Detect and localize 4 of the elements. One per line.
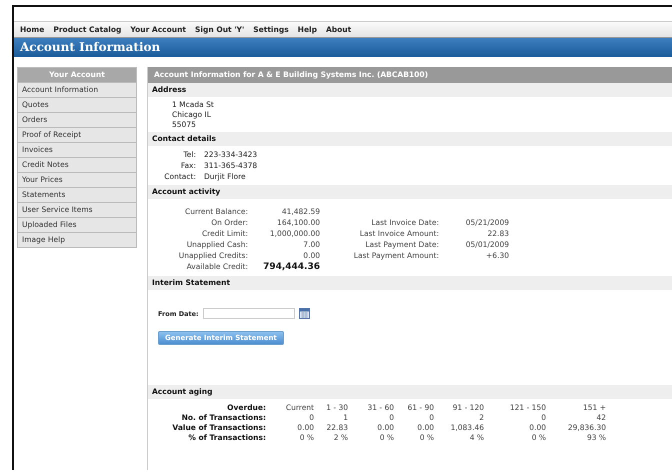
field-value: 794,444.36 bbox=[262, 262, 320, 272]
page-title: Account Information bbox=[14, 38, 672, 57]
calendar-icon[interactable] bbox=[298, 308, 310, 319]
date-field[interactable] bbox=[202, 308, 295, 319]
